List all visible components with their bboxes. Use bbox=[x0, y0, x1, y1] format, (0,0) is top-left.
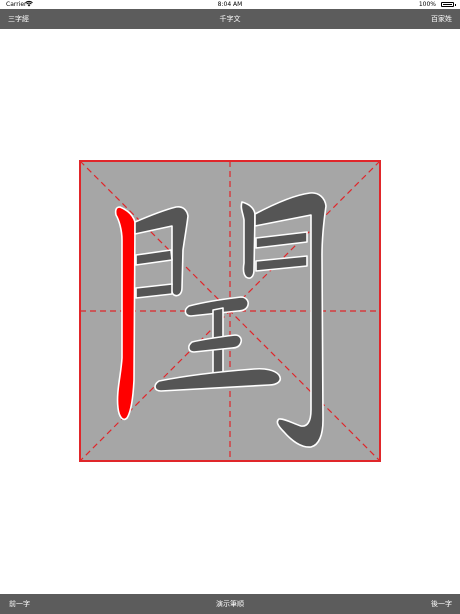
character-writing-grid[interactable] bbox=[79, 160, 381, 462]
top-toolbar: 三字經 千字文 百家姓 bbox=[0, 9, 460, 29]
hundred-family-surnames-button[interactable]: 百家姓 bbox=[431, 9, 452, 29]
battery-icon bbox=[441, 2, 456, 7]
thousand-character-classic-title[interactable]: 千字文 bbox=[0, 9, 460, 29]
status-bar: Carrier 8:04 AM 100% bbox=[0, 0, 460, 9]
battery-percentage: 100% bbox=[418, 1, 436, 8]
demonstrate-stroke-order-button[interactable]: 演示筆順 bbox=[0, 594, 460, 614]
bottom-toolbar: 前一字 演示筆順 後一字 bbox=[0, 594, 460, 614]
status-time: 8:04 AM bbox=[217, 1, 243, 8]
character-canvas bbox=[79, 160, 381, 462]
next-character-button[interactable]: 後一字 bbox=[431, 594, 452, 614]
stroke-5 bbox=[240, 201, 256, 279]
app-screen: Carrier 8:04 AM 100% 三字經 千字文 百家姓 前一字 演示筆… bbox=[0, 0, 460, 614]
